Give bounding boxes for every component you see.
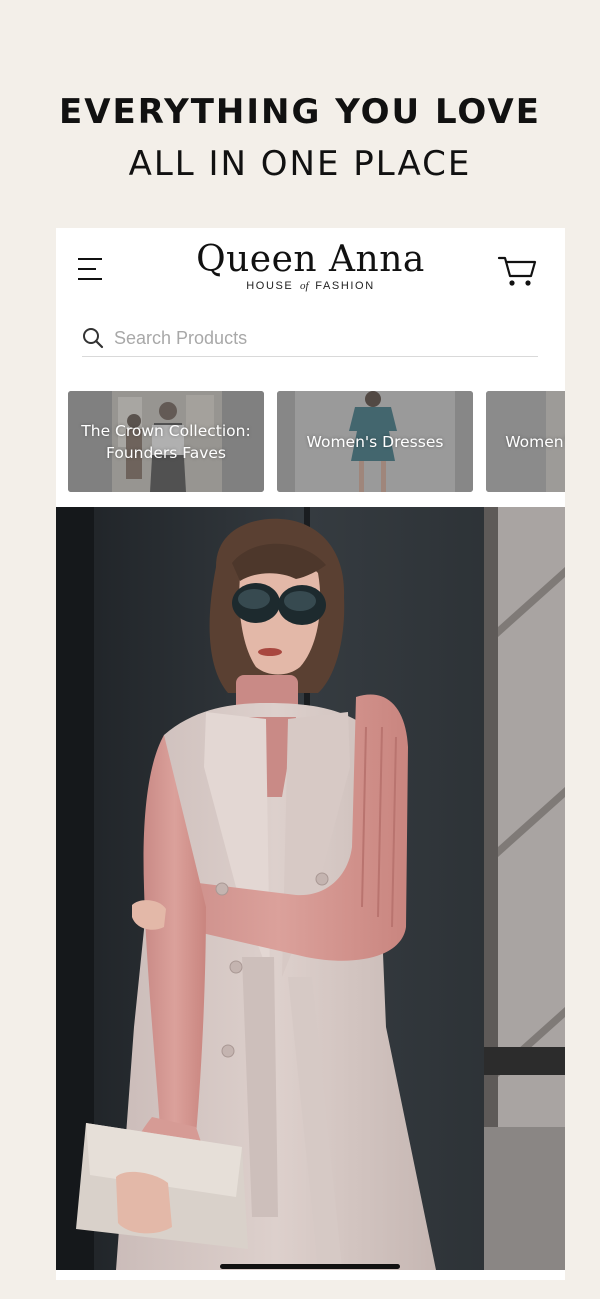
category-card-crown-collection[interactable]: The Crown Collection: Founders Faves <box>68 391 264 492</box>
cart-icon[interactable] <box>497 250 537 290</box>
category-label: The Crown Collection: Founders Faves <box>81 421 251 462</box>
logo-tagline-left: HOUSE <box>246 280 294 292</box>
app-header: Queen Anna HOUSE of FASHION <box>56 228 565 308</box>
category-label: Women's Dresses <box>306 432 444 451</box>
brand-logo: Queen Anna HOUSE of FASHION <box>56 236 565 292</box>
promo-headline: EVERYTHING YOU LOVE ALL IN ONE PLACE <box>0 88 600 192</box>
search-icon[interactable] <box>82 327 104 349</box>
headline-line-1: EVERYTHING YOU LOVE <box>59 92 541 132</box>
category-card-womens-dresses[interactable]: Women's Dresses <box>277 391 473 492</box>
search-input[interactable] <box>114 324 524 352</box>
category-label: Women's Sleeveless <box>505 432 565 451</box>
logo-tagline: HOUSE of FASHION <box>56 280 565 292</box>
search-bar <box>82 322 538 357</box>
category-card-womens-sleeveless[interactable]: Women's Sleeveless <box>486 391 565 492</box>
app-screen: Queen Anna HOUSE of FASHION Search Produ… <box>56 228 565 1280</box>
hero-image <box>56 507 565 1270</box>
headline-line-2: ALL IN ONE PLACE <box>128 144 472 184</box>
menu-icon[interactable] <box>76 256 104 282</box>
category-carousel: The Crown Collection: Founders Faves Wom… <box>68 391 565 493</box>
home-indicator[interactable] <box>220 1264 400 1269</box>
logo-tagline-right: FASHION <box>315 280 375 292</box>
hero-banner[interactable] <box>56 507 565 1270</box>
logo-tagline-of: of <box>300 280 309 292</box>
logo-wordmark: Queen Anna <box>196 239 425 280</box>
